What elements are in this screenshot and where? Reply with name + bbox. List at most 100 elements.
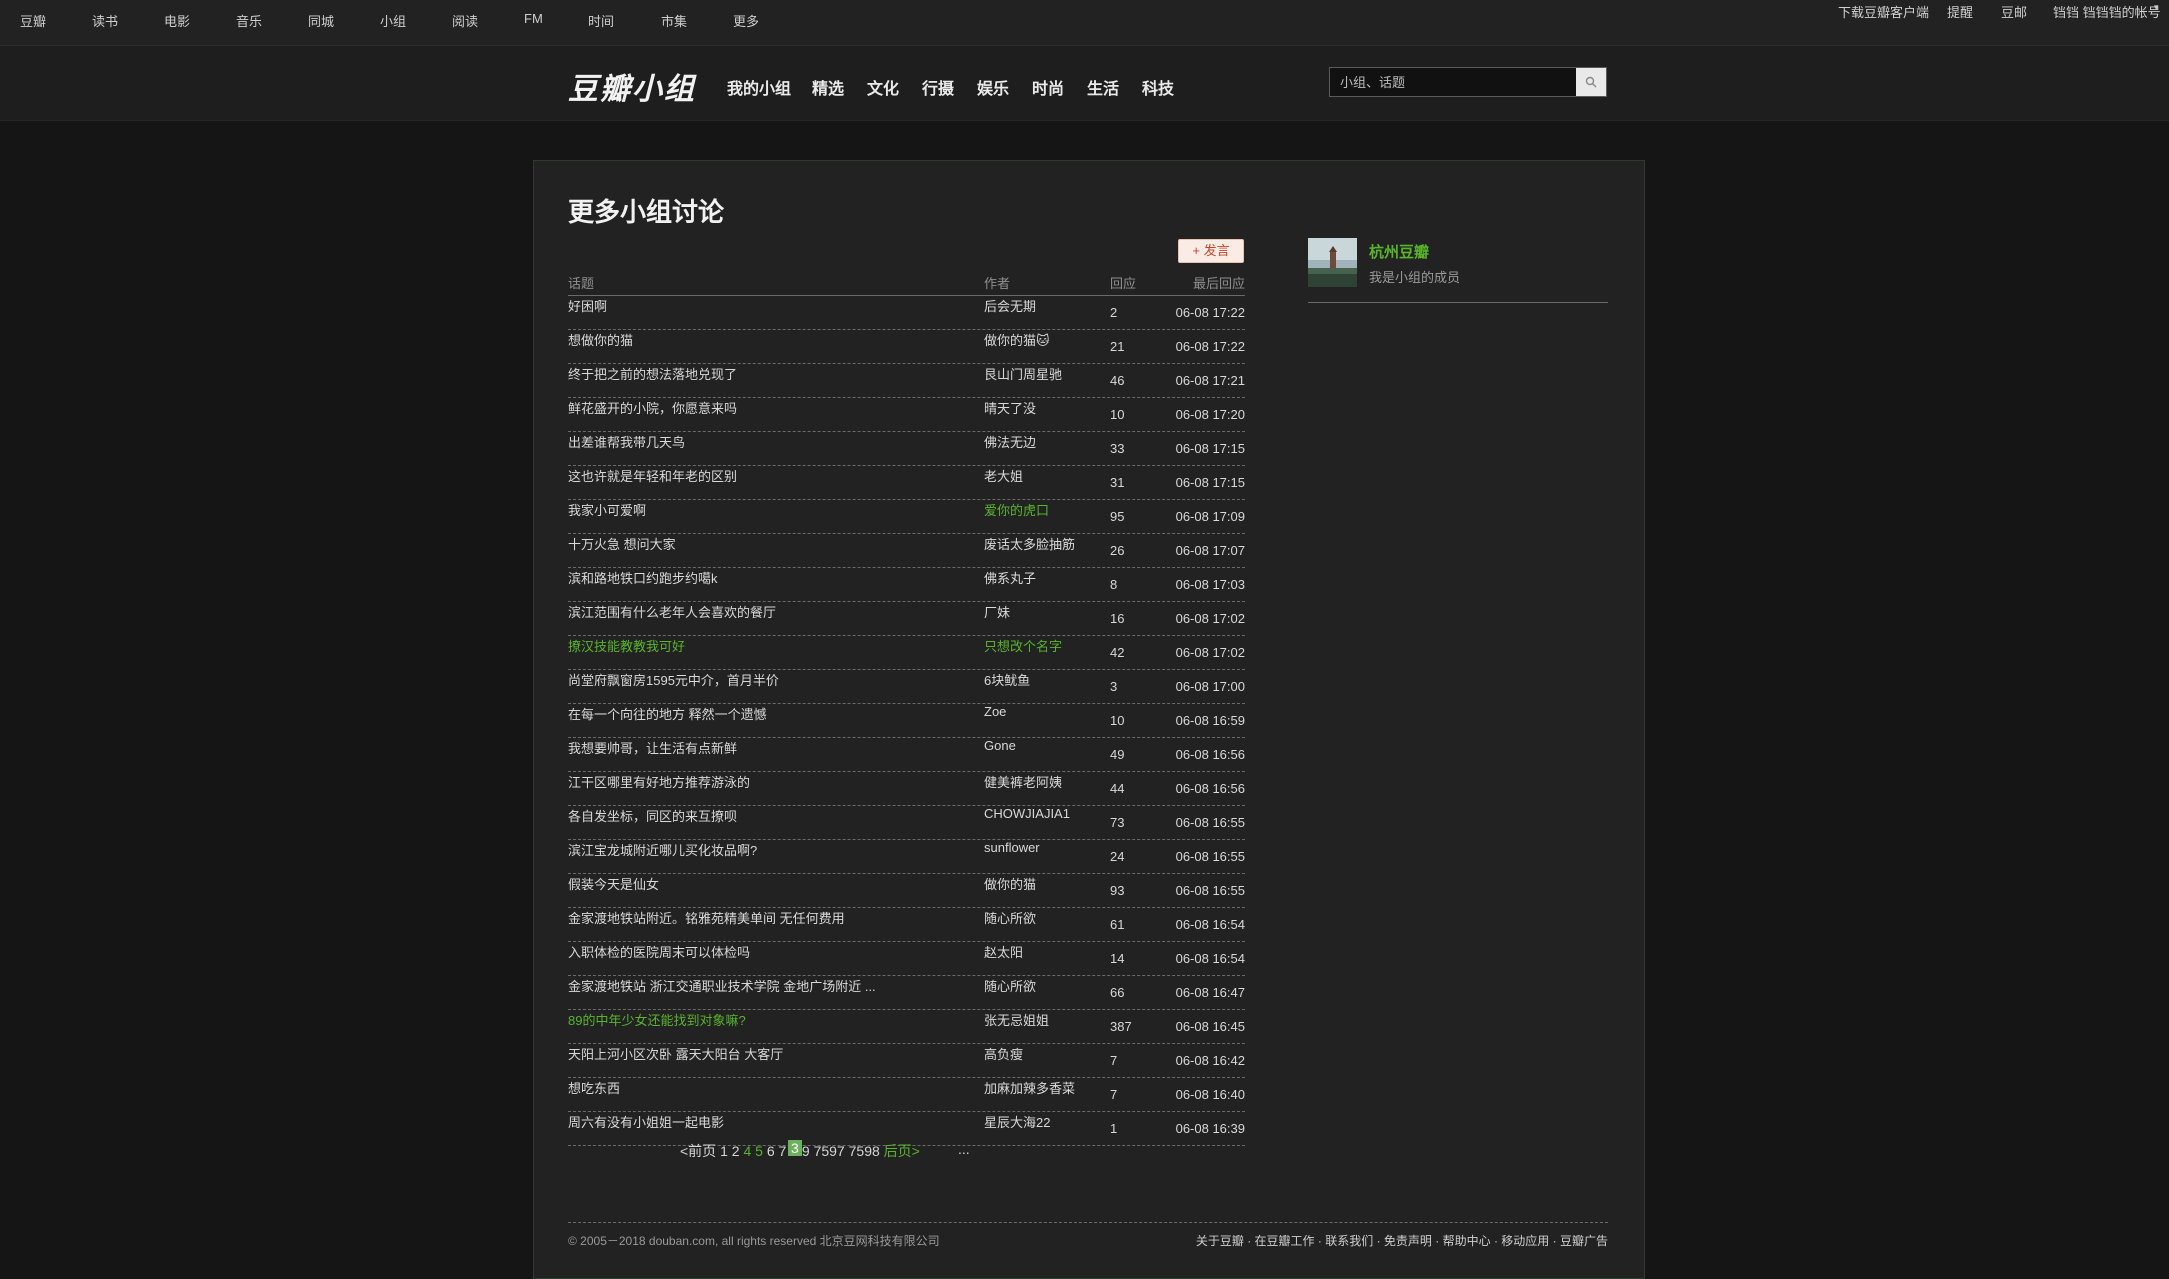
topic-author-link[interactable]: 晴天了没	[984, 398, 1036, 417]
topic-author-link[interactable]: 随心所欲	[984, 908, 1036, 927]
global-nav-book[interactable]: 读书	[92, 11, 118, 30]
topic-author-link[interactable]: 佛系丸子	[984, 568, 1036, 587]
topic-title-link[interactable]: 想吃东西	[568, 1078, 620, 1097]
page-link[interactable]: 7597	[814, 1143, 845, 1159]
topic-title-link[interactable]: 天阳上河小区次卧 露天大阳台 大客厅	[568, 1044, 783, 1063]
page-link[interactable]: 7	[779, 1143, 787, 1159]
table-row: 金家渡地铁站 浙江交通职业技术学院 金地广场附近 ... 随心所欲 66 06-08 …	[568, 976, 1245, 1010]
topic-author-link[interactable]: CHOWJIAJIA1	[984, 806, 1070, 821]
footer-link-about[interactable]: 关于豆瓣	[1196, 1234, 1244, 1248]
footer-link-help[interactable]: 帮助中心	[1443, 1234, 1491, 1248]
topic-title-link[interactable]: 这也许就是年轻和年老的区别	[568, 466, 737, 485]
topic-author-link[interactable]: 高负瘦	[984, 1044, 1023, 1063]
topic-last-reply-time: 06-08 17:07	[1175, 543, 1245, 558]
footer-link-contact[interactable]: 联系我们	[1325, 1234, 1373, 1248]
mail-link[interactable]: 豆邮	[2001, 2, 2027, 21]
footer-link-ads[interactable]: 豆瓣广告	[1560, 1234, 1608, 1248]
topic-title-link[interactable]: 假装今天是仙女	[568, 874, 659, 893]
topic-author-link[interactable]: 只想改个名字	[984, 636, 1062, 655]
page-link[interactable]: 5	[755, 1143, 763, 1159]
topic-author-link[interactable]: 废话太多脸抽筋	[984, 534, 1075, 553]
topic-title-link[interactable]: 江干区哪里有好地方推荐游泳的	[568, 772, 750, 791]
site-logo[interactable]: 豆瓣小组	[568, 64, 696, 108]
topic-author-link[interactable]: 赵太阳	[984, 942, 1023, 961]
page-link[interactable]: 1	[720, 1143, 728, 1159]
topic-title-link[interactable]: 好困啊	[568, 296, 607, 315]
page-link[interactable]: 7598	[849, 1143, 880, 1159]
global-nav-movie[interactable]: 电影	[164, 11, 190, 30]
topic-title-link[interactable]: 终于把之前的想法落地兑现了	[568, 364, 737, 383]
global-nav-more[interactable]: 更多	[733, 11, 759, 30]
topic-title-link[interactable]: 尚堂府飘窗房1595元中介，首月半价	[568, 670, 779, 689]
topic-title-link[interactable]: 各自发坐标，同区的来互撩呗	[568, 806, 737, 825]
topic-title-link[interactable]: 滨江范围有什么老年人会喜欢的餐厅	[568, 602, 776, 621]
topic-title-link[interactable]: 在每一个向往的地方 释然一个遗憾	[568, 704, 767, 723]
nav-life[interactable]: 生活	[1087, 75, 1119, 99]
page-link[interactable]: 2	[732, 1143, 740, 1159]
global-nav-time[interactable]: 时间	[588, 11, 614, 30]
footer-link-mobile[interactable]: 移动应用	[1501, 1234, 1549, 1248]
global-nav-read[interactable]: 阅读	[452, 11, 478, 30]
topic-author-link[interactable]: 张无忌姐姐	[984, 1010, 1049, 1029]
next-page-link[interactable]: 后页>	[884, 1143, 920, 1159]
search-input[interactable]	[1330, 68, 1576, 96]
topic-author-link[interactable]: Zoe	[984, 704, 1006, 719]
download-app-link[interactable]: 下载豆瓣客户端	[1838, 2, 1929, 21]
topic-author-link[interactable]: 爱你的虎口	[984, 500, 1049, 519]
global-nav-local[interactable]: 同城	[308, 11, 334, 30]
nav-entertainment[interactable]: 娱乐	[977, 75, 1009, 99]
notifications-link[interactable]: 提醒	[1947, 2, 1973, 21]
prev-page-link[interactable]: <前页	[680, 1143, 716, 1159]
global-nav-market[interactable]: 市集	[661, 11, 687, 30]
topic-author-link[interactable]: Gone	[984, 738, 1016, 753]
topic-author-link[interactable]: 后会无期	[984, 296, 1036, 315]
page-link[interactable]: 4	[743, 1143, 751, 1159]
topic-title-link[interactable]: 金家渡地铁站 浙江交通职业技术学院 金地广场附近 ...	[568, 976, 876, 995]
topic-title-link[interactable]: 想做你的猫	[568, 330, 633, 349]
nav-featured[interactable]: 精选	[812, 75, 844, 99]
nav-culture[interactable]: 文化	[867, 75, 899, 99]
topic-title-link[interactable]: 滨江宝龙城附近哪儿买化妆品啊?	[568, 840, 757, 859]
topic-author-link[interactable]: 随心所欲	[984, 976, 1036, 995]
topic-title-link[interactable]: 金家渡地铁站附近。铭雅苑精美单间 无任何费用	[568, 908, 845, 927]
topic-author-link[interactable]: 星辰大海22	[984, 1112, 1050, 1131]
global-nav-douban[interactable]: 豆瓣	[20, 11, 46, 30]
group-name-link[interactable]: 杭州豆瓣	[1369, 241, 1429, 262]
page-link[interactable]: 6	[767, 1143, 775, 1159]
topic-author-link[interactable]: 加麻加辣多香菜	[984, 1078, 1075, 1097]
topic-title-link[interactable]: 周六有没有小姐姐一起电影	[568, 1112, 724, 1131]
topic-title-link[interactable]: 出差谁帮我带几天鸟	[568, 432, 685, 451]
topic-title-link[interactable]: 鲜花盛开的小院，你愿意来吗	[568, 398, 737, 417]
topic-author-link[interactable]: 做你的猫	[984, 874, 1036, 893]
search-button[interactable]	[1576, 68, 1606, 96]
topic-author-link[interactable]: 佛法无边	[984, 432, 1036, 451]
topic-author-link[interactable]: 健美裤老阿姨	[984, 772, 1062, 791]
topic-last-reply-time: 06-08 16:55	[1175, 849, 1245, 864]
global-nav-music[interactable]: 音乐	[236, 11, 262, 30]
global-nav-group[interactable]: 小组	[380, 11, 406, 30]
nav-fashion[interactable]: 时尚	[1032, 75, 1064, 99]
topic-title-link[interactable]: 撩汉技能教教我可好	[568, 636, 685, 655]
topic-title-link[interactable]: 十万火急 想问大家	[568, 534, 676, 553]
topic-author-link[interactable]: sunflower	[984, 840, 1040, 855]
page-link[interactable]: 9	[802, 1143, 810, 1159]
nav-travel[interactable]: 行摄	[922, 75, 954, 99]
group-avatar[interactable]	[1308, 238, 1357, 287]
topic-author-link[interactable]: 做你的猫🐱	[984, 330, 1050, 349]
footer-link-disclaimer[interactable]: 免责声明	[1384, 1234, 1432, 1248]
account-menu[interactable]: 铛铛 铛铛铛的帐号	[2053, 2, 2161, 21]
topic-title-link[interactable]: 89的中年少女还能找到对象嘛?	[568, 1010, 746, 1029]
topic-title-link[interactable]: 入职体检的医院周末可以体检吗	[568, 942, 750, 961]
topic-author-link[interactable]: 厂妹	[984, 602, 1010, 621]
footer-link-jobs[interactable]: 在豆瓣工作	[1255, 1234, 1315, 1248]
new-post-button[interactable]: + 发言	[1178, 239, 1244, 263]
topic-title-link[interactable]: 滨和路地铁口约跑步约噶k	[568, 568, 718, 587]
topic-title-link[interactable]: 我家小可爱啊	[568, 500, 646, 519]
topic-author-link[interactable]: 6块鱿鱼	[984, 670, 1030, 689]
nav-my-groups[interactable]: 我的小组	[727, 75, 791, 99]
topic-title-link[interactable]: 我想要帅哥，让生活有点新鲜	[568, 738, 737, 757]
global-nav-fm[interactable]: FM	[524, 11, 543, 26]
topic-author-link[interactable]: 老大姐	[984, 466, 1023, 485]
nav-tech[interactable]: 科技	[1142, 75, 1174, 99]
topic-author-link[interactable]: 艮山门周星驰	[984, 364, 1062, 383]
